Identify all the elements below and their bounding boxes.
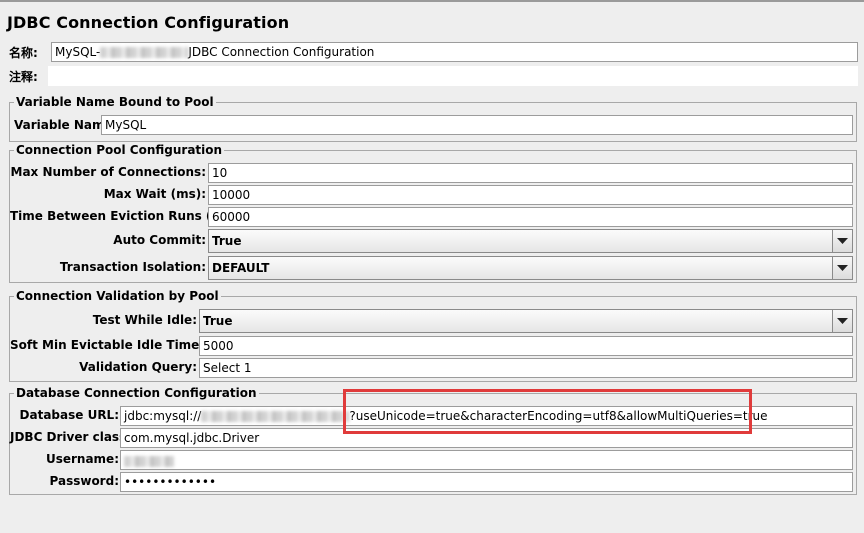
auto-commit-dropdown-button[interactable] <box>832 230 852 252</box>
name-value-prefix: MySQL- <box>55 45 101 59</box>
pool-group-legend: Connection Pool Configuration <box>14 143 225 157</box>
username-label: Username: <box>45 452 119 466</box>
validation-query-input[interactable]: Select 1 <box>199 358 853 378</box>
name-field[interactable]: MySQL- JDBC Connection Configuration <box>51 42 858 62</box>
driver-class-label: JDBC Driver class: <box>10 430 132 444</box>
max-connections-label: Max Number of Connections: <box>10 165 206 179</box>
top-divider <box>0 0 864 2</box>
chevron-down-icon <box>837 318 848 324</box>
highlight-annotation-box <box>343 389 752 434</box>
chevron-down-icon <box>837 265 848 271</box>
soft-min-idle-label: Soft Min Evictable Idle Time(ms): <box>10 338 235 352</box>
auto-commit-value: True <box>212 234 242 248</box>
validation-query-label: Validation Query: <box>79 360 197 374</box>
eviction-runs-label: Time Between Eviction Runs (ms): <box>10 209 242 223</box>
test-while-idle-value: True <box>203 314 233 328</box>
validation-group-legend: Connection Validation by Pool <box>14 289 221 303</box>
password-input[interactable]: ••••••••••••• <box>120 472 853 492</box>
transaction-isolation-select[interactable]: DEFAULT <box>208 256 853 280</box>
username-input[interactable] <box>120 450 853 470</box>
transaction-isolation-value: DEFAULT <box>212 261 270 275</box>
redacted-text <box>124 456 174 467</box>
max-wait-label: Max Wait (ms): <box>103 187 206 201</box>
test-while-idle-dropdown-button[interactable] <box>832 310 852 332</box>
password-label: Password: <box>49 474 120 488</box>
name-label: 名称: <box>9 46 38 60</box>
test-while-idle-label: Test While Idle: <box>92 313 197 327</box>
eviction-runs-input[interactable]: 60000 <box>208 207 853 227</box>
redacted-text <box>201 411 350 422</box>
auto-commit-select[interactable]: True <box>208 229 853 253</box>
database-group-legend: Database Connection Configuration <box>14 386 259 400</box>
variable-name-input[interactable]: MySQL <box>101 115 853 135</box>
redacted-text <box>100 47 189 58</box>
soft-min-idle-input[interactable]: 5000 <box>199 336 853 356</box>
database-url-prefix: jdbc:mysql:// <box>124 409 202 423</box>
comment-field[interactable] <box>48 66 858 86</box>
auto-commit-label: Auto Commit: <box>113 233 206 247</box>
max-wait-input[interactable]: 10000 <box>208 185 853 205</box>
transaction-isolation-label: Transaction Isolation: <box>59 260 206 274</box>
max-connections-input[interactable]: 10 <box>208 163 853 183</box>
name-value-suffix: JDBC Connection Configuration <box>188 45 375 59</box>
comment-label: 注释: <box>9 70 38 84</box>
transaction-isolation-dropdown-button[interactable] <box>832 257 852 279</box>
test-while-idle-select[interactable]: True <box>199 309 853 333</box>
page-title: JDBC Connection Configuration <box>7 13 290 32</box>
variable-group-legend: Variable Name Bound to Pool <box>14 95 216 109</box>
chevron-down-icon <box>837 238 848 244</box>
database-url-label: Database URL: <box>19 408 119 422</box>
